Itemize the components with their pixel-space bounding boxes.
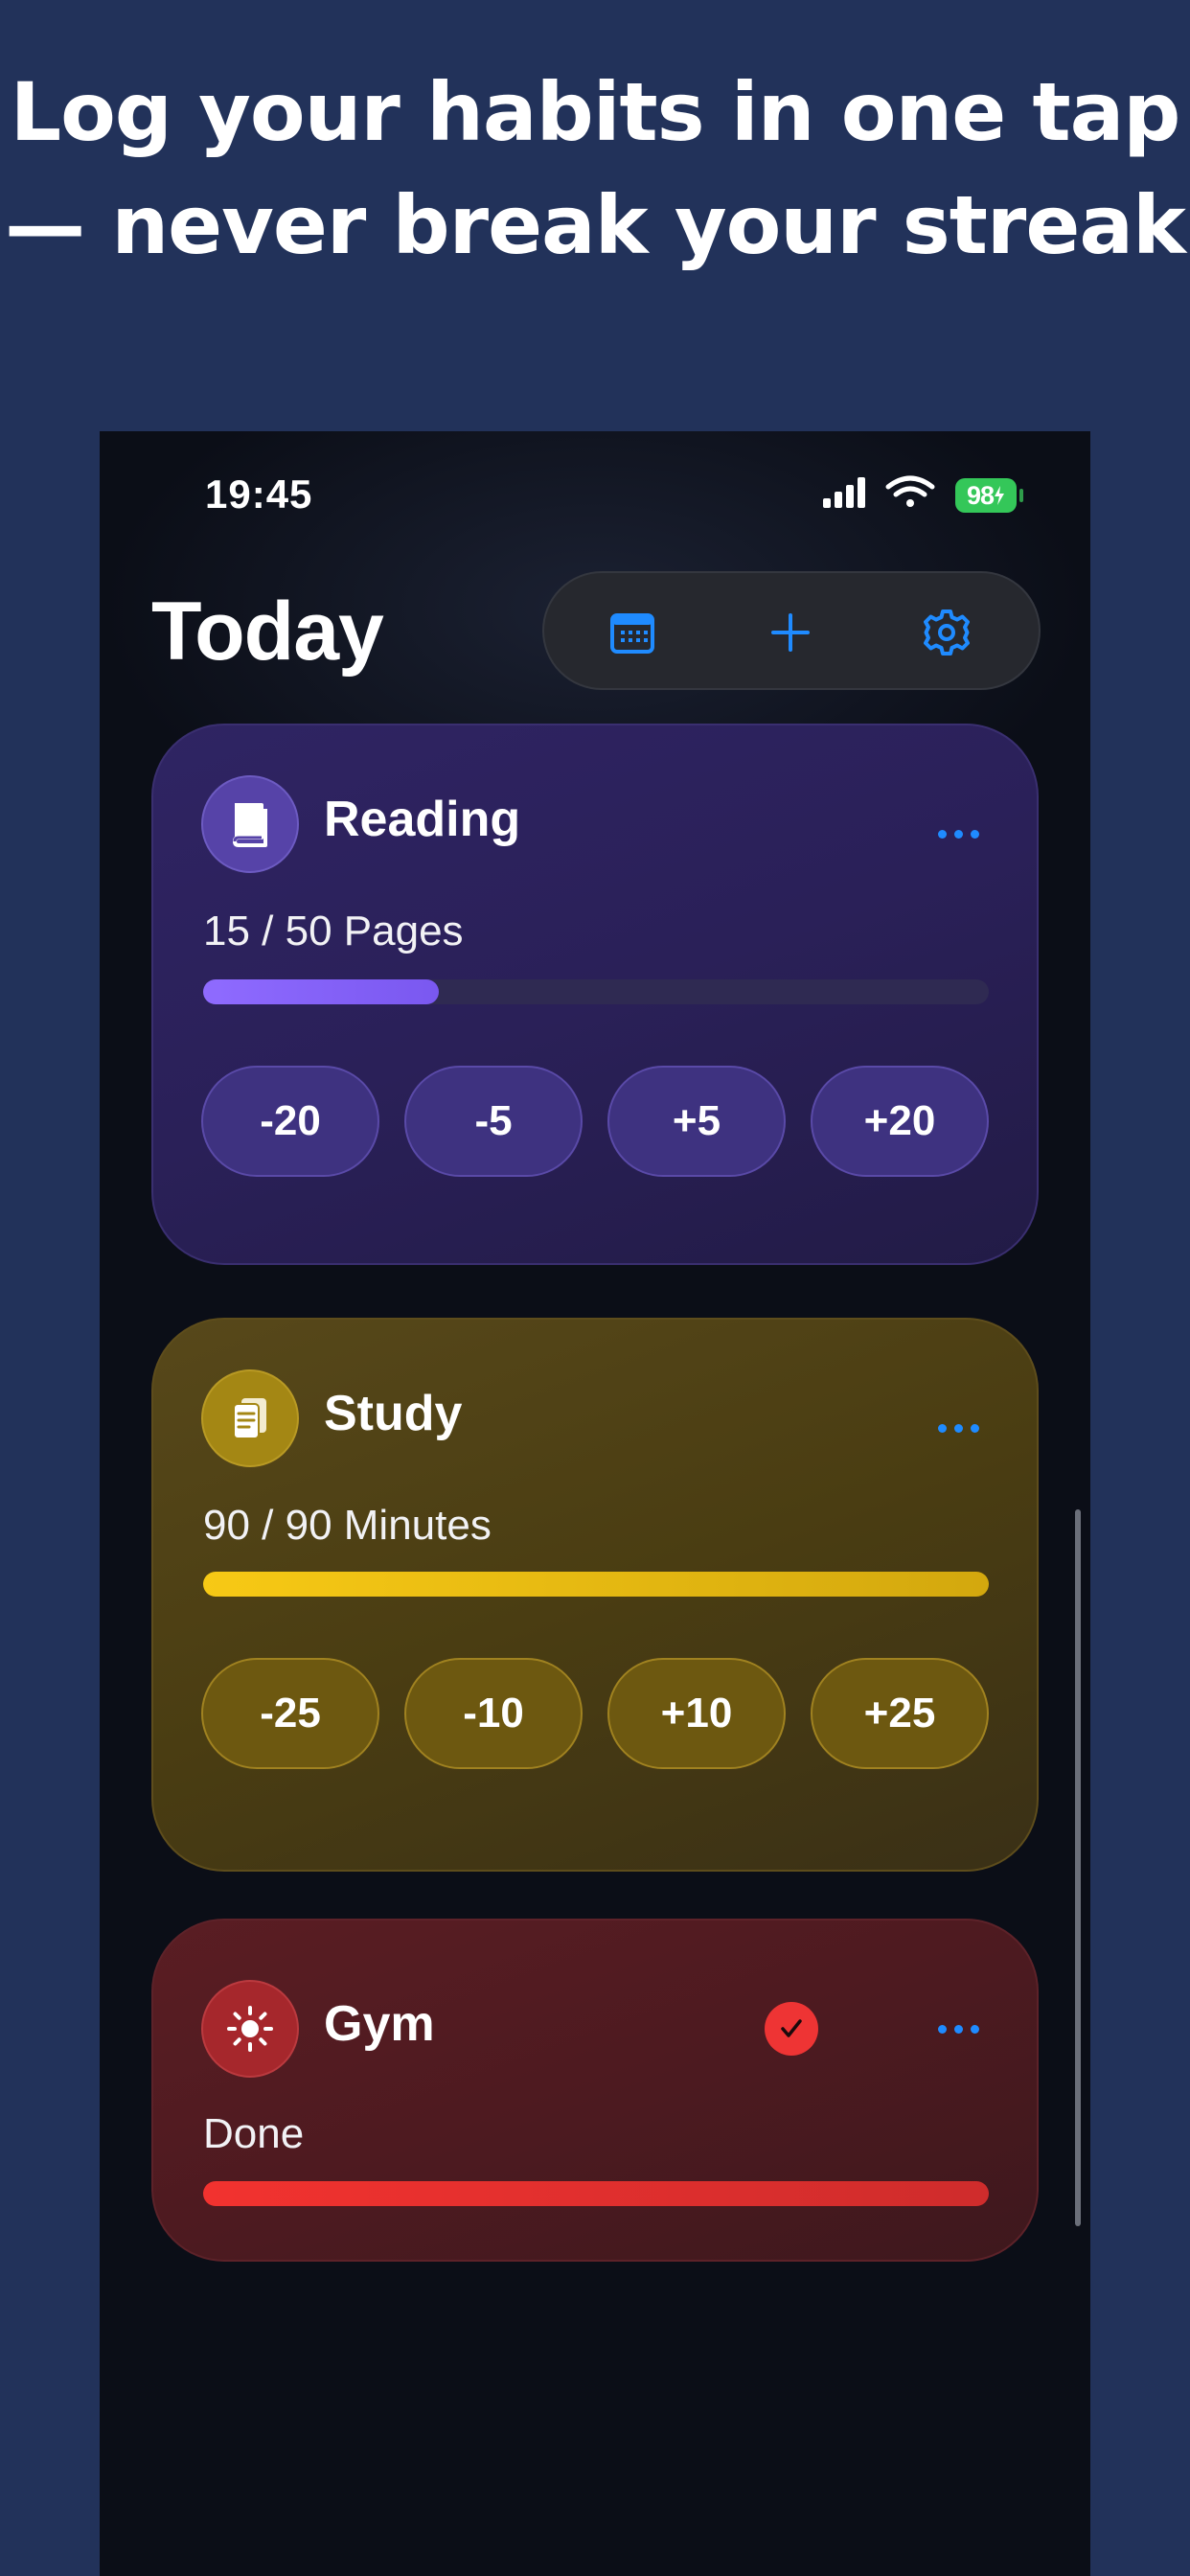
progress-text: 15 / 50 Pages xyxy=(203,908,464,954)
habit-name: Study xyxy=(324,1386,463,1441)
habit-card-reading[interactable]: Reading 15 / 50 Pages -20 -5 +5 +20 xyxy=(151,724,1039,1265)
decrement-10-button[interactable]: -10 xyxy=(404,1658,583,1769)
progress-fill xyxy=(203,2181,989,2206)
more-dot xyxy=(937,1423,947,1433)
progress-text: 90 / 90 Minutes xyxy=(203,1502,492,1549)
completed-check-icon xyxy=(765,2002,818,2056)
scrollbar[interactable] xyxy=(1075,1509,1081,2226)
progress-bar xyxy=(203,2181,989,2206)
battery-indicator: 98 xyxy=(955,478,1017,513)
charging-bolt-icon xyxy=(995,486,1005,505)
progress-bar xyxy=(203,1572,989,1597)
progress-fill xyxy=(203,1572,989,1597)
calendar-icon xyxy=(610,613,654,654)
decrement-25-button[interactable]: -25 xyxy=(201,1658,379,1769)
battery-level: 98 xyxy=(966,480,995,510)
more-options-button[interactable] xyxy=(920,1399,996,1457)
add-habit-button[interactable] xyxy=(760,602,821,663)
decrement-20-button[interactable]: -20 xyxy=(201,1066,379,1177)
habit-card-gym[interactable]: Gym Done xyxy=(151,1919,1039,2262)
wifi-icon xyxy=(885,475,935,507)
headline-line-2: — never break your streak xyxy=(5,178,1186,272)
settings-button[interactable] xyxy=(916,602,977,663)
habit-card-study[interactable]: Study 90 / 90 Minutes -25 -10 +10 +25 xyxy=(151,1318,1039,1872)
calendar-button[interactable] xyxy=(602,602,663,663)
page-title: Today xyxy=(151,586,384,678)
more-dot xyxy=(937,829,947,839)
more-options-button[interactable] xyxy=(920,2000,996,2058)
decrement-5-button[interactable]: -5 xyxy=(404,1066,583,1177)
header-toolbar xyxy=(542,571,1041,690)
increment-20-button[interactable]: +20 xyxy=(811,1066,989,1177)
increment-10-button[interactable]: +10 xyxy=(607,1658,786,1769)
increment-5-button[interactable]: +5 xyxy=(607,1066,786,1177)
sun-icon xyxy=(227,2006,273,2052)
progress-text: Done xyxy=(203,2110,305,2157)
headline: Log your habits in one tap — never break… xyxy=(0,56,1190,282)
habit-icon-circle xyxy=(201,775,299,873)
more-dot xyxy=(953,829,963,839)
checkmark-glyph xyxy=(781,2019,802,2037)
more-dot xyxy=(953,1423,963,1433)
more-dot xyxy=(970,829,979,839)
plus-icon xyxy=(771,613,810,652)
more-dot xyxy=(970,2024,979,2034)
progress-fill xyxy=(203,979,439,1004)
habit-icon-circle xyxy=(201,1369,299,1467)
headline-line-1: Log your habits in one tap xyxy=(10,65,1181,159)
notes-icon xyxy=(233,1398,266,1439)
signal-icon xyxy=(823,477,865,508)
status-time: 19:45 xyxy=(205,472,313,517)
habit-icon-circle xyxy=(201,1980,299,2078)
battery-cap xyxy=(1019,489,1023,502)
more-options-button[interactable] xyxy=(920,805,996,862)
phone-screen: 19:45 98 Today Reading 15 / 50 Pages -20… xyxy=(100,431,1090,2576)
more-dot xyxy=(937,2024,947,2034)
gear-icon xyxy=(924,610,970,656)
progress-bar xyxy=(203,979,989,1004)
habit-name: Gym xyxy=(324,1996,435,2052)
more-dot xyxy=(953,2024,963,2034)
book-icon xyxy=(233,803,267,847)
more-dot xyxy=(970,1423,979,1433)
increment-25-button[interactable]: +25 xyxy=(811,1658,989,1769)
habit-name: Reading xyxy=(324,792,521,847)
